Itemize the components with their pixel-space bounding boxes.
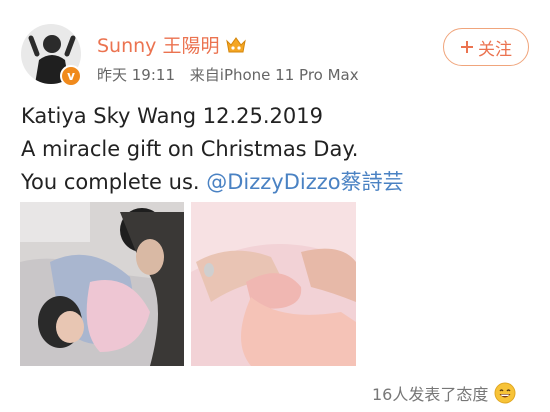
hospital-photo-image: [20, 202, 184, 366]
post-text: Katiya Sky Wang 12.25.2019 A miracle gif…: [21, 100, 404, 199]
post-photo-1[interactable]: [20, 202, 184, 366]
post-photo-2[interactable]: [191, 202, 356, 366]
post-meta: 昨天 19:11 来自iPhone 11 Pro Max: [97, 64, 359, 85]
reactions-summary[interactable]: 16人发表了态度: [372, 381, 516, 405]
follow-label: 关注: [478, 39, 512, 60]
post-source: 来自iPhone 11 Pro Max: [189, 66, 359, 84]
author-name-row[interactable]: Sunny 王陽明: [97, 31, 247, 58]
reactions-count: 16人发表了态度: [372, 385, 489, 404]
post-line-1: Katiya Sky Wang 12.25.2019: [21, 104, 323, 128]
post-time: 昨天 19:11: [97, 66, 175, 84]
post-line-2: A miracle gift on Christmas Day.: [21, 137, 359, 161]
post-line-3-text: You complete us.: [21, 170, 200, 194]
vip-crown-icon: [226, 36, 247, 52]
follow-button[interactable]: 关注: [443, 28, 529, 66]
plus-icon: [461, 41, 473, 53]
mention-link[interactable]: @DizzyDizzo蔡詩芸: [206, 170, 403, 194]
grinning-face-icon: [494, 382, 516, 404]
baby-hand-photo-image: [191, 202, 356, 366]
author-name[interactable]: Sunny 王陽明: [97, 31, 219, 58]
verified-badge-icon: v: [60, 65, 82, 87]
post-line-3: You complete us. @DizzyDizzo蔡詩芸: [21, 166, 404, 199]
